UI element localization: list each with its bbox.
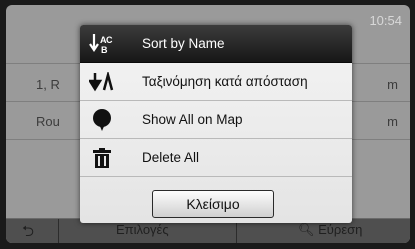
close-button[interactable]: Κλείσιμο <box>152 190 274 218</box>
trash-icon <box>80 139 124 176</box>
sort-distance-icon <box>80 63 124 100</box>
search-icon: 🔍︎ <box>298 222 315 237</box>
menu-item-label: Ταξινόμηση κατά απόσταση <box>142 74 308 89</box>
back-arrow-icon[interactable]: ⮌ <box>22 221 34 243</box>
menu-item-label: Sort by Name <box>142 36 225 51</box>
svg-text:C: C <box>106 35 113 45</box>
menu-item-label: Show All on Map <box>142 112 243 127</box>
options-menu: A C B Sort by Name Ταξινόμηση κατά απόστ… <box>80 25 352 223</box>
screen: 10:54 1, R m Rou m ⮌ Επιλογές 🔍︎ Εύρεση … <box>0 0 415 249</box>
background-row-label: 1, R <box>36 77 60 92</box>
search-label: Εύρεση <box>318 222 363 237</box>
menu-item-sort-by-name[interactable]: A C B Sort by Name <box>80 25 352 63</box>
divider <box>58 219 59 243</box>
search-button[interactable]: 🔍︎ Εύρεση <box>298 222 362 238</box>
menu-item-sort-by-distance[interactable]: Ταξινόμηση κατά απόσταση <box>80 63 352 101</box>
map-pin-icon <box>80 101 124 138</box>
options-button[interactable]: Επιλογές <box>116 222 169 237</box>
background-row-label: Rou <box>36 114 60 129</box>
menu-item-show-all-on-map[interactable]: Show All on Map <box>80 101 352 139</box>
clock: 10:54 <box>369 13 402 28</box>
svg-text:B: B <box>101 45 108 55</box>
menu-item-delete-all[interactable]: Delete All <box>80 139 352 177</box>
background-row-suffix: m <box>387 114 398 129</box>
menu-item-label: Delete All <box>142 150 200 165</box>
sort-alpha-icon: A C B <box>80 25 124 62</box>
background-row-suffix: m <box>387 77 398 92</box>
